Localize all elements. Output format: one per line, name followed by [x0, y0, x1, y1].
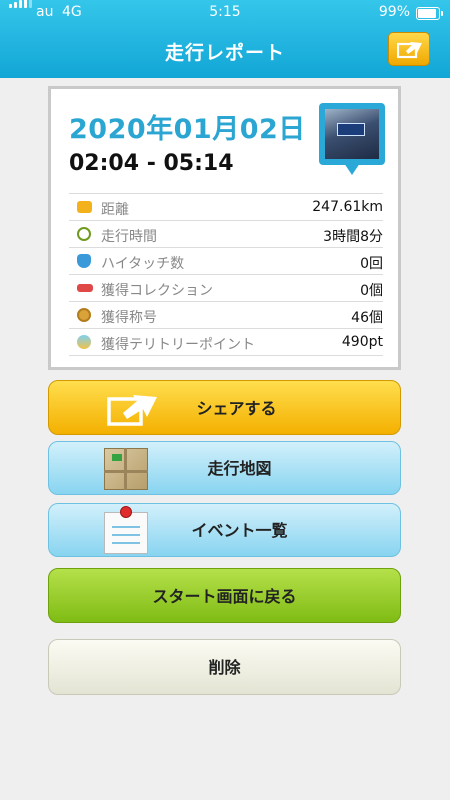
stat-row-collection: 獲得コレクション 0個 [69, 274, 383, 301]
stats-list: 距離 247.61km 走行時間 3時間8分 ハイタッチ数 0回 獲得コレクショ… [69, 193, 383, 356]
event-list-button[interactable]: イベント一覧 [48, 503, 401, 557]
report-card: 2020年01月02日 02:04 - 05:14 距離 247.61km 走行… [48, 86, 401, 370]
photo-frame [319, 103, 385, 165]
drive-photo-thumbnail[interactable] [319, 103, 385, 185]
stat-label: 距離 [101, 202, 129, 218]
stat-value: 0回 [360, 256, 383, 272]
drive-map-button-label: 走行地図 [207, 459, 272, 478]
back-to-start-button-label: スタート画面に戻る [152, 587, 297, 606]
stat-row-territory: 獲得テリトリーポイント 490pt [69, 328, 383, 356]
pin-tail [344, 163, 360, 175]
stat-label: 獲得コレクション [101, 283, 213, 299]
stat-label: 走行時間 [101, 229, 157, 245]
stat-label: ハイタッチ数 [101, 256, 185, 272]
territory-icon [77, 335, 91, 349]
km-badge-icon [77, 201, 92, 213]
share-button[interactable]: シェアする [48, 380, 401, 435]
delete-button[interactable]: 削除 [48, 639, 401, 695]
header-share-button[interactable] [388, 32, 430, 66]
stat-value: 247.61km [312, 199, 383, 215]
stat-row-high-touch: ハイタッチ数 0回 [69, 247, 383, 274]
stat-row-drive-time: 走行時間 3時間8分 [69, 220, 383, 247]
photo-image [325, 109, 379, 159]
page-title: 走行レポート [164, 42, 285, 64]
stat-value: 0個 [360, 283, 383, 299]
stat-row-distance: 距離 247.61km [69, 193, 383, 220]
hand-icon [77, 254, 91, 268]
drive-map-button[interactable]: 走行地図 [48, 441, 401, 495]
stat-value: 490pt [341, 334, 383, 350]
stat-row-titles: 獲得称号 46個 [69, 301, 383, 328]
report-time-range: 02:04 - 05:14 [69, 151, 234, 176]
stat-label: 獲得テリトリーポイント [101, 337, 255, 353]
clock-icon [77, 227, 91, 241]
report-date: 2020年01月02日 [69, 114, 306, 145]
status-bar: au 4G 5:15 99% [0, 0, 450, 26]
app-header: au 4G 5:15 99% 走行レポート [0, 0, 450, 78]
battery-icon [416, 7, 443, 20]
stat-value: 3時間8分 [323, 229, 383, 245]
back-to-start-button[interactable]: スタート画面に戻る [48, 568, 401, 623]
car-icon [77, 284, 93, 292]
event-list-button-label: イベント一覧 [191, 521, 288, 540]
share-button-label: シェアする [196, 399, 277, 418]
battery-percent: 99% [378, 4, 410, 20]
delete-button-label: 削除 [208, 658, 241, 677]
stat-label: 獲得称号 [101, 310, 157, 326]
stat-value: 46個 [351, 310, 383, 326]
medal-icon [77, 308, 91, 322]
share-arrow-icon [397, 42, 422, 59]
